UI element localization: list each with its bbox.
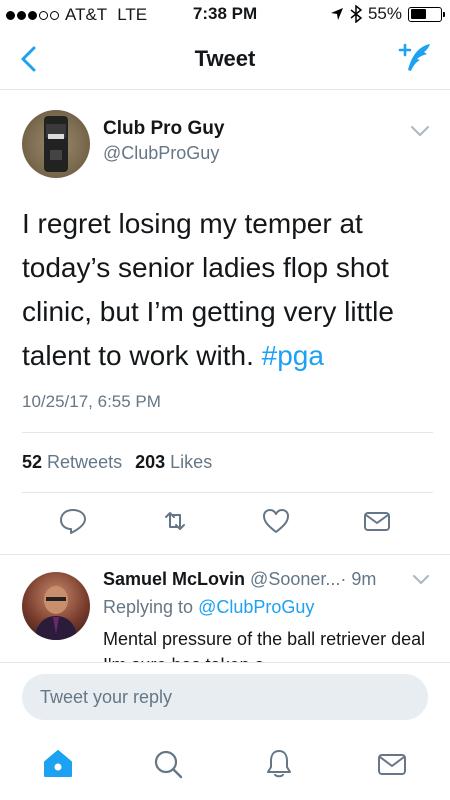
reply-icon[interactable] (58, 506, 88, 536)
avatar-image (34, 586, 78, 640)
reply-header: Samuel McLovin @Sooner...· 9m (103, 569, 376, 590)
retweets-count: 52 (22, 452, 43, 472)
replying-to-prefix: Replying to (103, 597, 194, 617)
battery-percent: 55% (367, 4, 402, 23)
divider (22, 492, 433, 493)
messages-icon[interactable] (376, 748, 408, 780)
envelope-icon[interactable] (362, 506, 392, 536)
status-bar: AT&T LTE 7:38 PM 55% (0, 0, 450, 30)
chevron-down-icon[interactable] (410, 124, 430, 138)
reply-composer: Tweet your reply (0, 662, 450, 730)
home-icon[interactable] (42, 748, 74, 780)
page-title: Tweet (194, 46, 256, 71)
likes-label: Likes (170, 452, 213, 472)
retweets-label: Retweets (47, 452, 123, 472)
bluetooth-icon (350, 5, 362, 23)
replying-to-link[interactable]: @ClubProGuy (198, 597, 314, 617)
reply-text: Mental pressure of the ball retriever de… (103, 629, 426, 662)
search-icon[interactable] (152, 748, 184, 780)
reply-author-handle[interactable]: @Sooner... (250, 569, 340, 589)
heart-icon[interactable] (261, 506, 291, 536)
nav-bar: Tweet (0, 30, 450, 90)
divider (0, 554, 450, 555)
notifications-icon[interactable] (263, 748, 295, 780)
author-name[interactable]: Club Pro Guy (103, 118, 224, 140)
status-right: 55% (330, 4, 445, 24)
reply-author-name[interactable]: Samuel McLovin (103, 569, 245, 589)
location-icon (330, 8, 343, 20)
likes-count: 203 (135, 452, 166, 472)
chevron-down-icon[interactable] (412, 574, 430, 586)
reply-avatar[interactable] (22, 572, 90, 640)
likes-stat[interactable]: 203 Likes (135, 452, 212, 472)
tweet-body: I regret losing my temper at today’s sen… (22, 208, 394, 371)
replying-to: Replying to @ClubProGuy (103, 597, 314, 618)
tweet-timestamp: 10/25/17, 6:55 PM (22, 392, 161, 411)
reply-input[interactable]: Tweet your reply (22, 674, 428, 720)
retweet-icon[interactable] (160, 506, 190, 536)
author-avatar[interactable] (22, 110, 90, 178)
avatar-image (44, 116, 68, 172)
compose-tweet-icon[interactable] (396, 40, 434, 78)
tab-bar (0, 730, 450, 800)
author-handle[interactable]: @ClubProGuy (103, 143, 219, 164)
tweet-actions (0, 506, 450, 542)
divider (22, 432, 433, 433)
tweet-text: I regret losing my temper at today’s sen… (22, 202, 422, 378)
tweet-stats: 52 Retweets 203 Likes (22, 452, 212, 473)
battery-icon (408, 6, 445, 22)
hashtag-link[interactable]: #pga (262, 340, 324, 371)
reply-age: · 9m (340, 569, 377, 589)
retweets-stat[interactable]: 52 Retweets (22, 452, 122, 472)
